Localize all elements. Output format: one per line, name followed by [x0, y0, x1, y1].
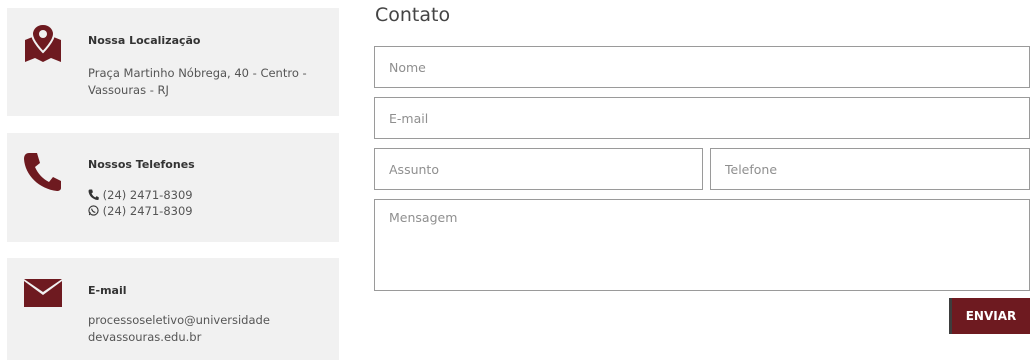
send-button[interactable]: ENVIAR — [949, 298, 1030, 334]
email-title: E-mail — [88, 284, 127, 297]
small-phone-icon — [88, 188, 103, 202]
location-card: Nossa Localização Praça Martinho Nóbrega… — [7, 8, 339, 116]
whatsapp-number[interactable]: (24) 2471-8309 — [103, 204, 193, 218]
name-input[interactable] — [374, 46, 1030, 88]
phone-icon — [23, 151, 61, 195]
phones-card: Nossos Telefones (24) 2471-8309 (24) 247… — [7, 133, 339, 242]
email-address-line2[interactable]: devassouras.edu.br — [88, 329, 201, 346]
map-pin-icon — [23, 22, 63, 68]
location-title: Nossa Localização — [88, 34, 201, 47]
phone-number[interactable]: (24) 2471-8309 — [103, 188, 193, 202]
telephone-input[interactable] — [710, 148, 1030, 190]
phone-line: (24) 2471-8309 — [88, 187, 193, 204]
location-address-line2: Vassouras - RJ — [88, 83, 169, 97]
phones-title: Nossos Telefones — [88, 158, 195, 171]
location-address-line1: Praça Martinho Nóbrega, 40 - Centro - — [88, 66, 307, 80]
form-heading: Contato — [375, 4, 451, 26]
email-address-line1[interactable]: processoseletivo@universidade — [88, 312, 270, 329]
envelope-icon — [23, 279, 63, 313]
message-textarea[interactable] — [374, 199, 1030, 291]
email-input[interactable] — [374, 97, 1030, 139]
whatsapp-icon — [88, 204, 103, 218]
email-card: E-mail processoseletivo@universidade dev… — [7, 258, 339, 360]
subject-input[interactable] — [374, 148, 703, 190]
whatsapp-line: (24) 2471-8309 — [88, 203, 193, 220]
